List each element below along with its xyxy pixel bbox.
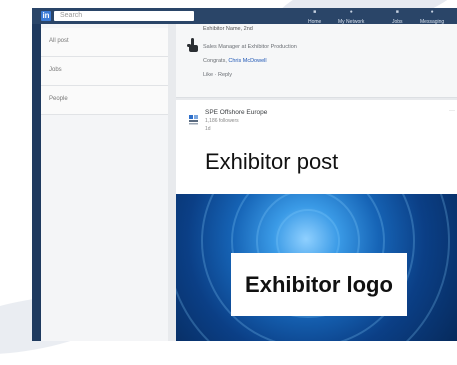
left-item-all-post[interactable]: All post — [41, 28, 168, 57]
post-image[interactable]: Exhibitor logo — [176, 194, 457, 341]
post-followers: 1,186 followers — [205, 118, 239, 124]
post-time: 1d — [205, 126, 211, 132]
network-icon: ● — [349, 9, 353, 15]
post-title: Exhibitor post — [205, 149, 339, 174]
commenter-headline: Sales Manager at Exhibitor Production — [203, 44, 297, 50]
exhibitor-logo-text: Exhibitor logo — [245, 271, 393, 297]
left-item-label: Jobs — [49, 67, 62, 73]
hand-pointer-icon — [187, 38, 198, 52]
comment-prefix: Congrats, — [203, 58, 227, 64]
post-card: SPE Offshore Europe 1,186 followers 1d ·… — [176, 100, 457, 341]
top-nav-bar: in Search ■ Home ● My Network ■ Jobs ● M… — [32, 8, 457, 25]
search-input[interactable]: Search — [54, 11, 194, 21]
jobs-icon: ■ — [395, 9, 399, 15]
comment-text: Congrats, Chris McDowell — [203, 58, 267, 64]
left-item-label: People — [49, 96, 68, 102]
mention-link[interactable]: Chris McDowell — [228, 58, 266, 64]
screenshot-frame: in Search ■ Home ● My Network ■ Jobs ● M… — [32, 8, 457, 341]
left-item-label: All post — [49, 38, 69, 44]
post-author[interactable]: SPE Offshore Europe — [205, 109, 267, 116]
home-icon: ■ — [313, 9, 317, 15]
comment-actions[interactable]: Like · Reply — [203, 72, 232, 78]
left-item-people[interactable]: People — [41, 86, 168, 115]
company-logo-icon[interactable] — [188, 114, 200, 126]
comment-card: Exhibitor Name, 2nd Sales Manager at Exh… — [176, 24, 457, 98]
app-logo-icon[interactable]: in — [41, 11, 51, 21]
left-item-jobs[interactable]: Jobs — [41, 57, 168, 86]
exhibitor-logo-placeholder: Exhibitor logo — [231, 253, 407, 316]
search-placeholder: Search — [60, 12, 83, 19]
commenter-name[interactable]: Exhibitor Name, 2nd — [203, 26, 253, 32]
post-menu-icon[interactable]: ··· — [449, 108, 455, 114]
messaging-icon: ● — [430, 9, 434, 15]
page-content: All post Jobs People Exhibitor Name, 2nd… — [41, 24, 457, 341]
left-panel: All post Jobs People — [41, 24, 168, 341]
